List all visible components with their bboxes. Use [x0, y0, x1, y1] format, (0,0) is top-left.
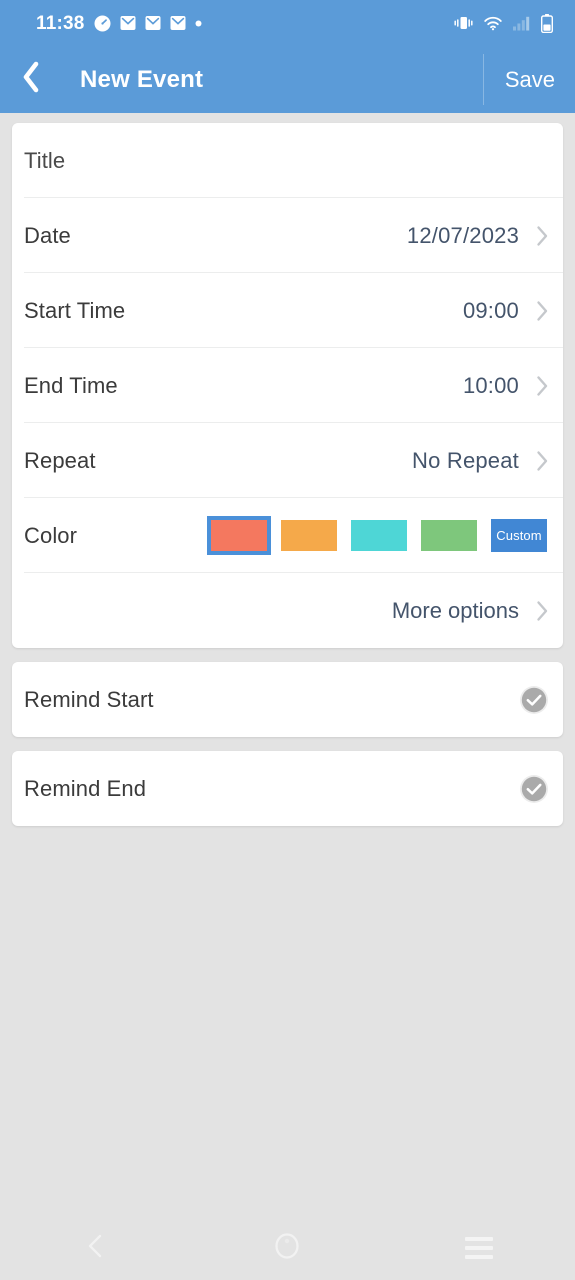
form-row-repeat[interactable]: Repeat No Repeat — [12, 423, 563, 498]
remind-start-card: Remind Start — [12, 662, 563, 737]
color-swatch-turquoise[interactable] — [351, 520, 407, 551]
nav-recents-button[interactable] — [424, 1216, 534, 1280]
event-form-card: Title Date 12/07/2023 Start Time 09:00 E… — [12, 123, 563, 648]
remind-end-card: Remind End — [12, 751, 563, 826]
signal-icon — [513, 16, 530, 31]
date-label: Date — [24, 222, 71, 248]
remind-end-row[interactable]: Remind End — [12, 751, 563, 826]
color-label: Color — [24, 522, 78, 548]
vibrate-icon — [454, 15, 473, 31]
back-chevron-icon — [21, 61, 41, 98]
nav-back-button[interactable] — [41, 1216, 151, 1280]
remind-start-label: Remind Start — [24, 686, 154, 712]
remind-end-label: Remind End — [24, 775, 147, 801]
start-time-value: 09:00 — [462, 297, 519, 323]
form-row-color: Color Custom — [12, 498, 563, 573]
app-bar: New Event Save — [0, 46, 575, 113]
start-time-label: Start Time — [24, 297, 126, 323]
wifi-icon — [484, 16, 502, 31]
color-swatch-group: Custom — [207, 516, 549, 555]
status-clock: 11:38 — [36, 12, 85, 34]
chevron-right-icon — [535, 450, 549, 472]
more-options-row[interactable]: More options — [12, 573, 563, 648]
page-title: New Event — [80, 65, 204, 93]
chevron-right-icon — [535, 600, 549, 622]
check-circle-icon[interactable] — [519, 774, 549, 804]
color-swatch-green[interactable] — [421, 520, 477, 551]
status-bar-left: 11:38 — [36, 14, 202, 33]
clock-icon — [94, 15, 111, 32]
date-value: 12/07/2023 — [406, 222, 519, 248]
form-row-end-time[interactable]: End Time 10:00 — [12, 348, 563, 423]
repeat-label: Repeat — [24, 447, 96, 473]
dot-icon — [195, 20, 202, 27]
battery-icon — [541, 13, 553, 33]
android-nav-bar — [0, 1216, 575, 1280]
status-bar-right — [454, 13, 553, 33]
save-button-label: Save — [504, 66, 555, 92]
chevron-right-icon — [535, 375, 549, 397]
nav-back-icon — [85, 1233, 107, 1264]
form-row-date[interactable]: Date 12/07/2023 — [12, 198, 563, 273]
back-button[interactable] — [0, 46, 62, 113]
mail-icon — [145, 15, 161, 31]
chevron-right-icon — [535, 225, 549, 247]
mail-icon — [170, 15, 186, 31]
nav-home-button[interactable] — [232, 1216, 342, 1280]
form-row-title[interactable]: Title — [12, 123, 563, 198]
nav-recents-icon — [465, 1237, 494, 1259]
end-time-label: End Time — [24, 372, 118, 398]
remind-start-row[interactable]: Remind Start — [12, 662, 563, 737]
color-swatch-coral[interactable] — [207, 516, 271, 555]
title-input-placeholder: Title — [24, 147, 66, 173]
status-bar: 11:38 — [0, 0, 575, 46]
form-content: Title Date 12/07/2023 Start Time 09:00 E… — [0, 113, 575, 1216]
color-swatch-orange[interactable] — [281, 520, 337, 551]
repeat-value: No Repeat — [412, 447, 519, 473]
form-row-start-time[interactable]: Start Time 09:00 — [12, 273, 563, 348]
save-button[interactable]: Save — [482, 46, 575, 113]
nav-home-icon — [274, 1232, 300, 1265]
chevron-right-icon — [535, 300, 549, 322]
end-time-value: 10:00 — [462, 372, 519, 398]
more-options-label: More options — [391, 597, 519, 623]
check-circle-icon[interactable] — [519, 685, 549, 715]
mail-icon — [120, 15, 136, 31]
phone-screen: 11:38 New Event Save Title Date 12/07/20… — [0, 0, 575, 1280]
save-divider — [482, 54, 484, 105]
custom-color-button[interactable]: Custom — [491, 519, 547, 552]
